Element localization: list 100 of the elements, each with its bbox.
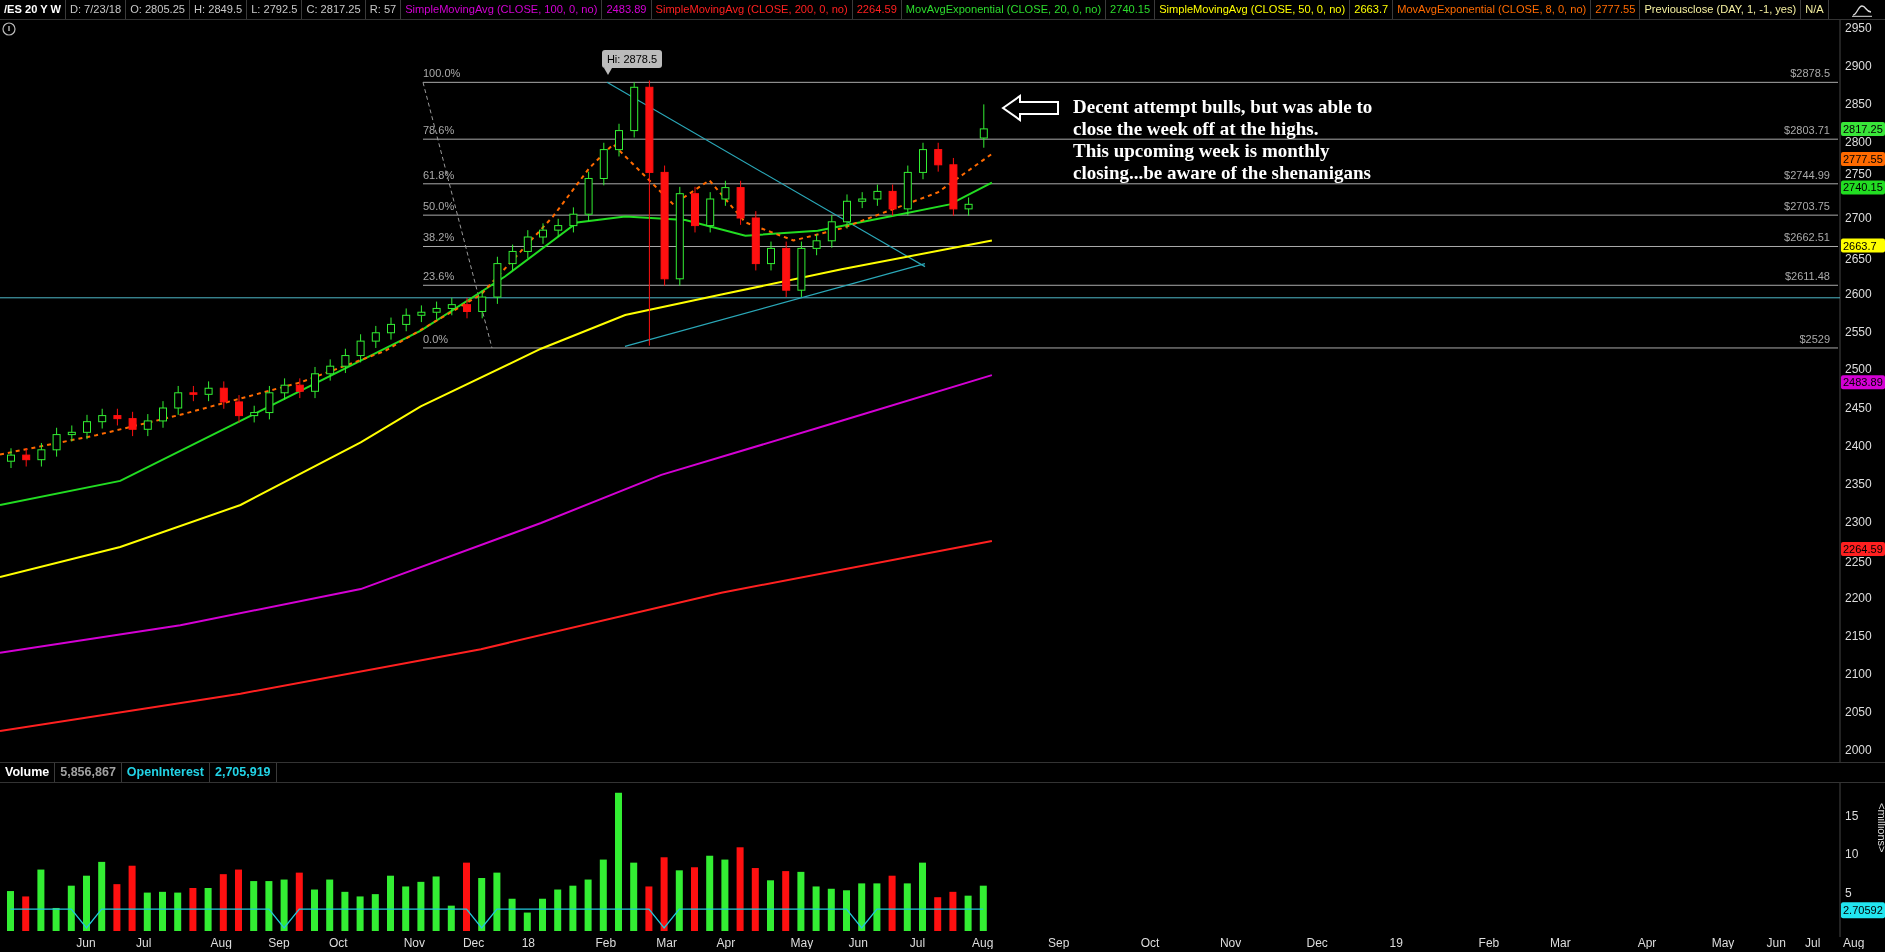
volume-bar bbox=[812, 886, 820, 931]
volume-bar bbox=[797, 871, 805, 931]
candlestick bbox=[964, 197, 973, 217]
axis-label: 2250 bbox=[1845, 554, 1872, 569]
study-label: 2740.15 bbox=[1106, 0, 1156, 19]
axis-label: 10 bbox=[1845, 847, 1859, 862]
axis-label: 15 bbox=[1845, 808, 1859, 823]
axis-label: Oct bbox=[1140, 937, 1160, 949]
axis-label: Apr bbox=[716, 937, 736, 949]
candlestick bbox=[523, 229, 532, 259]
candlestick bbox=[113, 408, 122, 426]
study-label: MovAvgExponential (CLOSE, 8, 0, no) bbox=[1393, 0, 1592, 19]
candlestick bbox=[22, 447, 31, 467]
axis-label: May bbox=[1711, 937, 1735, 949]
axis-label: Nov bbox=[403, 937, 425, 949]
open-interest-tag: 2.70592 bbox=[1841, 902, 1885, 919]
study-label: SimpleMovingAvg (CLOSE, 100, 0, no) bbox=[401, 0, 603, 19]
axis-label: 2500 bbox=[1845, 362, 1872, 377]
axis-label: Sep bbox=[268, 937, 290, 949]
study-label: Previousclose (DAY, 1, -1, yes) bbox=[1640, 0, 1802, 19]
volume-bar bbox=[7, 891, 14, 931]
candlestick bbox=[979, 103, 988, 149]
volume-bar bbox=[554, 889, 562, 931]
study-label: 2264.59 bbox=[852, 0, 902, 19]
volume-bar bbox=[903, 883, 911, 931]
candlestick bbox=[204, 380, 213, 402]
volume-bar bbox=[295, 872, 303, 931]
candlestick bbox=[280, 377, 289, 401]
study-value: 5,856,867 bbox=[59, 764, 117, 781]
candlestick bbox=[447, 297, 456, 316]
price-tag: 2663.7 bbox=[1841, 238, 1885, 253]
volume-bar bbox=[675, 870, 683, 931]
candlestick bbox=[843, 193, 851, 230]
axis-label: Dec bbox=[462, 937, 485, 949]
volume-bar bbox=[113, 884, 121, 931]
volume-bar bbox=[98, 861, 106, 931]
candlestick bbox=[98, 408, 107, 429]
axis-label: 2900 bbox=[1845, 59, 1872, 73]
candlestick bbox=[143, 413, 152, 437]
fibonacci-price-label: $2529 bbox=[1799, 332, 1830, 345]
axis-label: 2800 bbox=[1845, 135, 1872, 149]
candlestick bbox=[7, 447, 15, 469]
volume-bar bbox=[827, 888, 835, 931]
candlestick bbox=[265, 385, 274, 420]
unit-label: <millions> bbox=[1876, 803, 1885, 853]
volume-bar bbox=[979, 885, 987, 931]
axis-label: Nov bbox=[1219, 937, 1242, 949]
axis-label: Aug bbox=[972, 937, 994, 949]
candlestick bbox=[873, 184, 882, 207]
fibonacci-percent-label: 50.0% bbox=[423, 200, 455, 213]
volume-bar bbox=[599, 859, 607, 931]
candlestick bbox=[402, 307, 411, 332]
study-label: D: 7/23/18 bbox=[65, 0, 127, 19]
candlestick bbox=[67, 425, 76, 442]
axis-label: Dec bbox=[1306, 937, 1328, 949]
volume-bar bbox=[569, 885, 577, 931]
axis-label: 2550 bbox=[1845, 325, 1872, 339]
volume-bar bbox=[174, 892, 182, 931]
volume-bar bbox=[52, 907, 60, 931]
study-label: 2663.7 bbox=[1350, 0, 1394, 19]
axis-label: 2450 bbox=[1845, 401, 1872, 415]
volume-bar bbox=[478, 878, 486, 931]
fibonacci-price-label: $2662.51 bbox=[1784, 231, 1830, 244]
study-label: SimpleMovingAvg (CLOSE, 50, 0, no) bbox=[1155, 0, 1351, 19]
info-icon[interactable] bbox=[2, 22, 16, 36]
candlestick bbox=[630, 81, 639, 138]
volume-bar bbox=[964, 895, 972, 931]
left-arrow-icon bbox=[1001, 94, 1059, 122]
candlestick bbox=[326, 358, 335, 382]
price-tag: 2264.59 bbox=[1841, 541, 1885, 556]
axis-label: 2200 bbox=[1845, 591, 1872, 605]
candlestick bbox=[174, 385, 183, 416]
axis-label: Aug bbox=[1843, 937, 1865, 949]
candlestick bbox=[432, 301, 441, 320]
volume-bar bbox=[523, 912, 531, 931]
volume-bar bbox=[751, 868, 759, 931]
axis-label: Jun bbox=[848, 937, 868, 949]
study-label: SimpleMovingAvg (CLOSE, 200, 0, no) bbox=[651, 0, 853, 19]
axis-label: Apr bbox=[1637, 937, 1657, 949]
candlestick bbox=[767, 241, 775, 271]
fibonacci-percent-label: 61.8% bbox=[423, 168, 455, 181]
axis-label: Feb bbox=[595, 937, 617, 949]
volume-bar bbox=[782, 871, 790, 931]
candlestick bbox=[356, 333, 365, 363]
axis-label: 2950 bbox=[1845, 21, 1872, 35]
price-tag: 2777.55 bbox=[1841, 152, 1885, 167]
axis-label: Jun bbox=[76, 937, 96, 949]
study-label: 2777.55 bbox=[1591, 0, 1641, 19]
candlestick bbox=[691, 186, 699, 233]
chart-style-icon[interactable] bbox=[1851, 2, 1873, 17]
fibonacci-price-label: $2703.75 bbox=[1784, 200, 1830, 213]
fibonacci-price-label: $2878.5 bbox=[1790, 67, 1830, 80]
candlestick bbox=[493, 256, 502, 305]
study-label: N/A bbox=[1801, 0, 1829, 19]
study-label: MovAvgExponential (CLOSE, 20, 0, no) bbox=[901, 0, 1107, 19]
volume-bar bbox=[159, 891, 166, 931]
volume-bar bbox=[22, 896, 30, 931]
volume-bar bbox=[630, 862, 638, 931]
volume-bar bbox=[919, 862, 926, 931]
volume-bar bbox=[189, 888, 197, 931]
